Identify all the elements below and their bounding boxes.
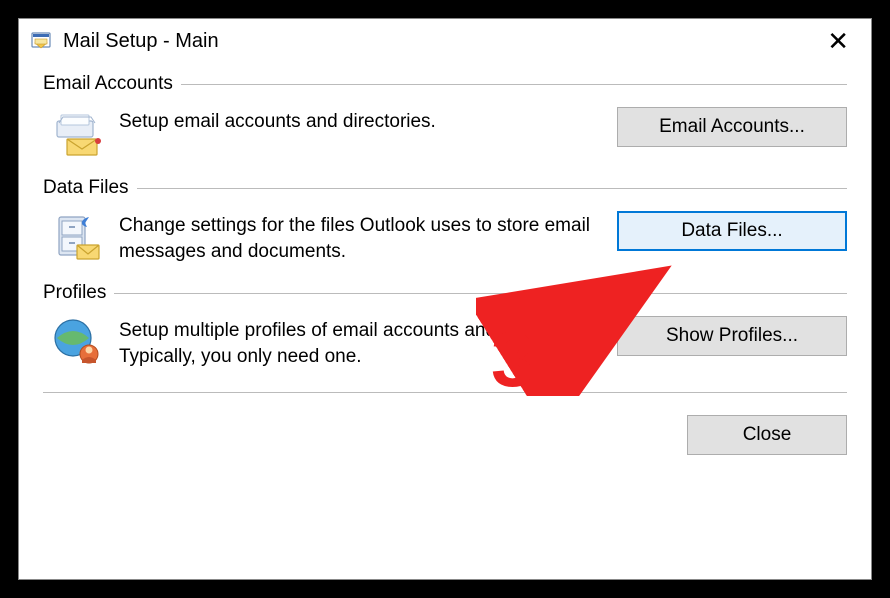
annotation-number: 3 [491, 314, 534, 405]
dialog-title: Mail Setup - Main [63, 30, 815, 53]
printer-envelope-icon [51, 107, 103, 159]
group-desc-datafiles: Change settings for the files Outlook us… [119, 211, 601, 264]
titlebar: Mail Setup - Main ✕ [19, 19, 871, 63]
group-profiles: Profiles Setup multiple [43, 282, 847, 369]
close-icon[interactable]: ✕ [815, 22, 861, 60]
group-data-files: Data Files [43, 177, 847, 264]
group-label-email: Email Accounts [43, 73, 173, 95]
app-icon [29, 29, 53, 53]
file-cabinet-icon [51, 211, 103, 263]
dialog-content: Email Accounts Setup em [19, 63, 871, 579]
group-label-datafiles: Data Files [43, 177, 129, 199]
show-profiles-button[interactable]: Show Profiles... [617, 316, 847, 356]
separator [43, 392, 847, 393]
globe-user-icon [51, 316, 103, 368]
group-header-datafiles: Data Files [43, 177, 847, 199]
group-email-accounts: Email Accounts Setup em [43, 73, 847, 159]
data-files-button[interactable]: Data Files... [617, 211, 847, 251]
group-label-profiles: Profiles [43, 282, 106, 304]
separator [137, 188, 847, 189]
dialog-footer: Close [43, 388, 847, 455]
group-header-email: Email Accounts [43, 73, 847, 95]
email-accounts-button[interactable]: Email Accounts... [617, 107, 847, 147]
separator [181, 84, 847, 85]
close-button[interactable]: Close [687, 415, 847, 455]
mail-setup-dialog: Mail Setup - Main ✕ Email Accounts [18, 18, 872, 580]
group-header-profiles: Profiles [43, 282, 847, 304]
group-desc-email: Setup email accounts and directories. [119, 107, 601, 135]
separator [114, 293, 847, 294]
